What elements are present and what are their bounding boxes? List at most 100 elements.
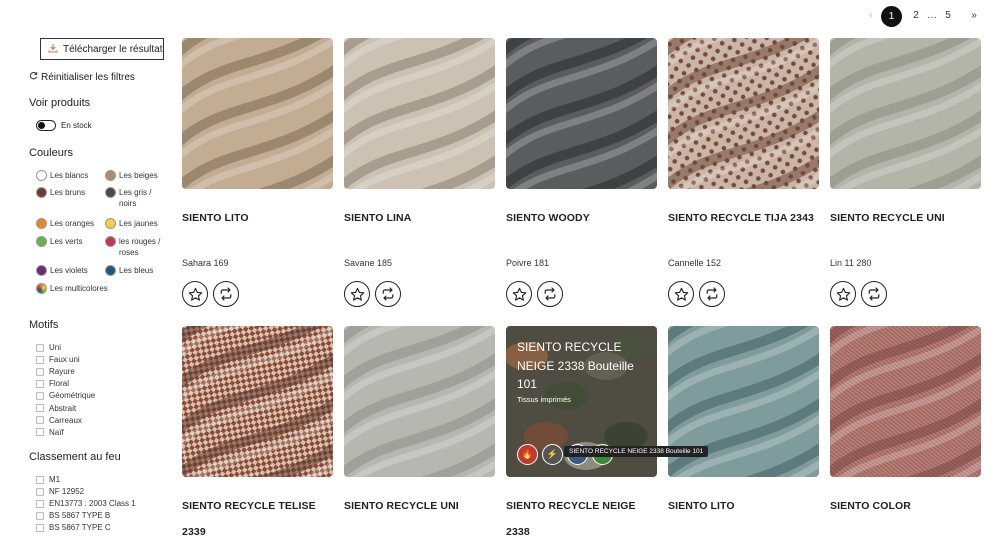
product-card[interactable]: SIENTO RECYCLE TELISE 2339 (182, 326, 333, 536)
checkbox[interactable] (36, 391, 44, 400)
favorite-star-button[interactable] (182, 281, 208, 307)
color-filter-item[interactable]: Les beiges (105, 170, 179, 181)
color-filter-item[interactable]: Les violets (36, 265, 110, 276)
pagination-page-5[interactable]: 5 (938, 6, 958, 26)
in-stock-toggle[interactable] (36, 120, 56, 131)
pagination-ellipsis: … (927, 10, 937, 21)
color-filter-label: Les bleus (119, 266, 154, 275)
product-name[interactable]: SIENTO LITO (668, 493, 828, 519)
product-image[interactable] (506, 38, 657, 189)
fire-rating-filter-item[interactable]: NF 12952 (36, 487, 84, 496)
pagination-page-2[interactable]: 2 (906, 6, 926, 26)
motif-filter-item[interactable]: Rayure (36, 367, 75, 376)
motif-filter-item[interactable]: Faux uni (36, 355, 80, 364)
motif-filter-item[interactable]: Carreaux (36, 416, 82, 425)
product-card[interactable]: SIENTO WOODY Poivre 181 (506, 38, 657, 307)
product-name[interactable]: SIENTO LITO (182, 205, 342, 231)
checkbox[interactable] (36, 487, 44, 496)
product-name[interactable]: SIENTO RECYCLE UNI (344, 493, 504, 519)
product-card[interactable]: SIENTO RECYCLE UNI (344, 326, 495, 512)
product-image[interactable] (830, 326, 981, 477)
fire-rating-title: Classement au feu (29, 451, 121, 463)
compare-button[interactable] (375, 281, 401, 307)
checkbox[interactable] (36, 499, 44, 508)
product-actions (668, 281, 725, 307)
color-filter-item[interactable]: les rouges / roses (105, 236, 167, 258)
product-name[interactable]: SIENTO COLOR (830, 493, 990, 519)
product-name[interactable]: SIENTO RECYCLE NEIGE 2338 (506, 493, 646, 536)
star-icon (188, 287, 202, 301)
fire-rating-filter-item[interactable]: M1 (36, 475, 60, 484)
pagination-prev-button[interactable]: ‹ (861, 6, 881, 26)
color-filter-item[interactable]: Les jaunes (105, 218, 179, 229)
color-swatch (105, 236, 116, 247)
color-filter-item[interactable]: Les bleus (105, 265, 179, 276)
checkbox[interactable] (36, 416, 44, 425)
fabric-image (506, 38, 657, 189)
compare-button[interactable] (861, 281, 887, 307)
color-filter-item[interactable]: Les blancs (36, 170, 110, 181)
color-filter-item[interactable]: Les oranges (36, 218, 110, 229)
reset-filters-link[interactable]: Réinitialiser les filtres (29, 71, 135, 83)
checkbox[interactable] (36, 367, 44, 376)
product-card[interactable]: SIENTO LINA Savane 185 (344, 38, 495, 307)
product-name[interactable]: SIENTO LINA (344, 205, 504, 231)
pagination-next-button[interactable]: » (964, 6, 984, 26)
motif-filter-label: Uni (49, 343, 62, 352)
compare-button[interactable] (213, 281, 239, 307)
pagination-page-1[interactable]: 1 (881, 5, 902, 27)
favorite-star-button[interactable] (668, 281, 694, 307)
checkbox[interactable] (36, 404, 44, 412)
product-name[interactable]: SIENTO RECYCLE TIJA 2343 (668, 205, 828, 231)
color-filter-label: les rouges / roses (119, 237, 161, 257)
color-filter-item[interactable]: Les verts (36, 236, 110, 247)
fabric-image (830, 38, 981, 189)
favorite-star-button[interactable] (506, 281, 532, 307)
product-image[interactable] (344, 326, 495, 477)
checkbox[interactable] (36, 511, 44, 520)
product-image[interactable] (668, 38, 819, 189)
favorite-star-button[interactable] (830, 281, 856, 307)
product-name[interactable]: SIENTO WOODY (506, 205, 666, 231)
download-result-button[interactable]: Télécharger le résultat (40, 38, 164, 60)
color-swatch (105, 218, 116, 229)
checkbox[interactable] (36, 523, 44, 532)
pagination: ‹ 1 2 … 5 » (861, 5, 984, 27)
checkbox[interactable] (36, 475, 44, 484)
motif-filter-item[interactable]: Géométrique (36, 391, 95, 400)
product-image[interactable] (830, 38, 981, 189)
product-card[interactable]: SIENTO RECYCLE TIJA 2343 Cannelle 152 (668, 38, 819, 307)
product-name[interactable]: SIENTO RECYCLE TELISE 2339 (182, 493, 322, 536)
hover-tooltip: SIENTO RECYCLE NEIGE 2338 Bouteille 101 (564, 446, 709, 457)
checkbox[interactable] (36, 428, 44, 437)
product-image[interactable] (182, 38, 333, 189)
product-card[interactable]: SIENTO RECYCLE UNI Lin 11 280 (830, 38, 981, 307)
motif-filter-item[interactable]: Naïf (36, 428, 64, 437)
compare-button[interactable] (699, 281, 725, 307)
checkbox[interactable] (36, 379, 44, 388)
motif-filter-label: Faux uni (49, 355, 80, 365)
product-image[interactable] (182, 326, 333, 477)
star-icon (836, 287, 850, 301)
fire-rating-filter-item[interactable]: BS 5867 TYPE B (36, 511, 110, 520)
fire-rating-filter-item[interactable]: EN13773 : 2003 Class 1 (36, 499, 136, 508)
motif-filter-item[interactable]: Abstrait (36, 404, 76, 413)
product-name[interactable]: SIENTO RECYCLE UNI (830, 205, 990, 231)
color-filter-item[interactable]: Les multicolores (36, 283, 108, 294)
product-card[interactable]: SIENTO LITO Sahara 169 (182, 38, 333, 307)
motif-filter-item[interactable]: Floral (36, 379, 69, 388)
product-image[interactable] (344, 38, 495, 189)
color-filter-item[interactable]: Les gris / noirs (105, 187, 164, 209)
checkbox[interactable] (36, 343, 44, 352)
favorite-star-button[interactable] (344, 281, 370, 307)
product-card[interactable]: SIENTO COLOR (830, 326, 981, 512)
compare-button[interactable] (537, 281, 563, 307)
fire-rating-filter-item[interactable]: BS 5867 TYPE C (36, 523, 111, 532)
compare-arrows-icon (544, 287, 556, 301)
in-stock-toggle-row[interactable]: En stock (36, 120, 92, 131)
checkbox[interactable] (36, 355, 44, 364)
motif-filter-item[interactable]: Uni (36, 343, 61, 352)
color-filter-item[interactable]: Les bruns (36, 187, 110, 198)
compare-arrows-icon (868, 287, 880, 301)
color-filter-label: Les blancs (50, 171, 89, 180)
